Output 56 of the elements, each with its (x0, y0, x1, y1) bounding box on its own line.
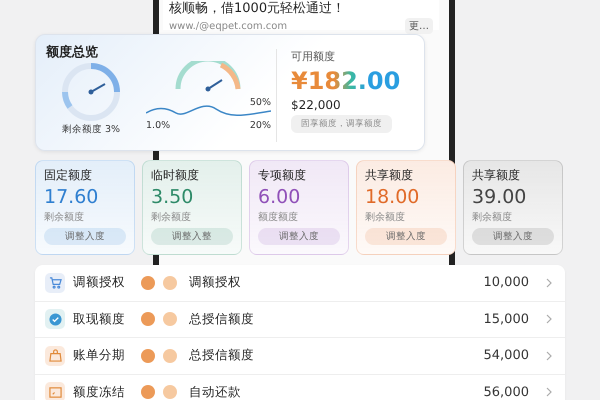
row-detail: 总授信额度 (189, 347, 255, 364)
more-button[interactable]: 更… (405, 18, 433, 34)
overview-title: 额度总览 (46, 44, 99, 61)
row-name: 账单分期 (73, 347, 126, 364)
list-row[interactable]: 调额授权 调额授权 10,000 (35, 265, 565, 302)
card-title: 共享额度 (472, 167, 521, 184)
card-caption: 剩余额度 (151, 210, 192, 224)
card-value: 6.00 (258, 185, 302, 210)
card-value: 17.60 (44, 185, 100, 210)
card-caption: 剩余额度 (365, 210, 406, 224)
chevron-icon (545, 387, 553, 398)
total-amount: $22,000 (291, 98, 342, 112)
chevron-icon (545, 350, 553, 361)
row-amount: 56,000 (484, 384, 529, 400)
row-name: 调额授权 (73, 274, 126, 292)
list-row[interactable]: 额度冻结 自动还款 56,000 (35, 374, 565, 400)
row-detail: 自动还款 (189, 384, 242, 400)
row-detail: 总授信额度 (189, 310, 255, 328)
wave-label: 20% (250, 120, 271, 131)
adjust-button[interactable]: 调整入度 (365, 228, 447, 245)
card-value: 18.00 (365, 185, 420, 210)
quota-note: 固享额度，调享额度 (291, 115, 392, 133)
wave-label: 50% (250, 97, 271, 108)
row-amount: 10,000 (484, 275, 529, 290)
dial-gauge-icon (60, 61, 122, 123)
card-value: 39.00 (472, 185, 528, 210)
row-amount: 54,000 (484, 348, 529, 364)
row-name: 额度冻结 (73, 384, 126, 400)
wave-label: 1.0% (146, 120, 170, 131)
card-value: 3.50 (151, 185, 194, 210)
card-caption: 剩余额度 (472, 210, 513, 224)
row-name: 取现额度 (73, 310, 126, 328)
row-detail: 调额授权 (189, 274, 242, 292)
available-label: 可用额度 (291, 49, 336, 64)
card-title: 固定额度 (44, 167, 93, 184)
card-caption: 剩余额度 (44, 210, 85, 224)
adjust-button[interactable]: 调整入度 (44, 228, 126, 245)
card-title: 临时额度 (151, 167, 200, 184)
cart-icon (45, 272, 65, 293)
card-title: 专项额度 (258, 167, 307, 184)
ad-url: www./@eqpet.com.com (169, 20, 288, 32)
remaining-quota-label: 剩余额度 3% (62, 123, 120, 136)
bag-icon (45, 346, 65, 366)
card-caption: 额度额度 (258, 210, 299, 224)
frame-icon (45, 382, 65, 400)
list-row[interactable]: 账单分期 总授信额度 54,000 (35, 338, 565, 374)
check-icon (45, 309, 65, 330)
adjust-button[interactable]: 调整入度 (258, 228, 340, 245)
chevron-icon (545, 278, 553, 288)
adjust-button[interactable]: 调整入度 (472, 228, 554, 245)
ad-headline: 核顺畅，借1000元轻松通过！ (169, 0, 346, 18)
list-row[interactable]: 取现额度 总授信额度 15,000 (35, 302, 565, 338)
card-title: 共享额度 (365, 167, 414, 184)
chevron-icon (545, 314, 553, 324)
row-amount: 15,000 (484, 312, 529, 327)
adjust-button[interactable]: 调整入整 (151, 228, 233, 245)
